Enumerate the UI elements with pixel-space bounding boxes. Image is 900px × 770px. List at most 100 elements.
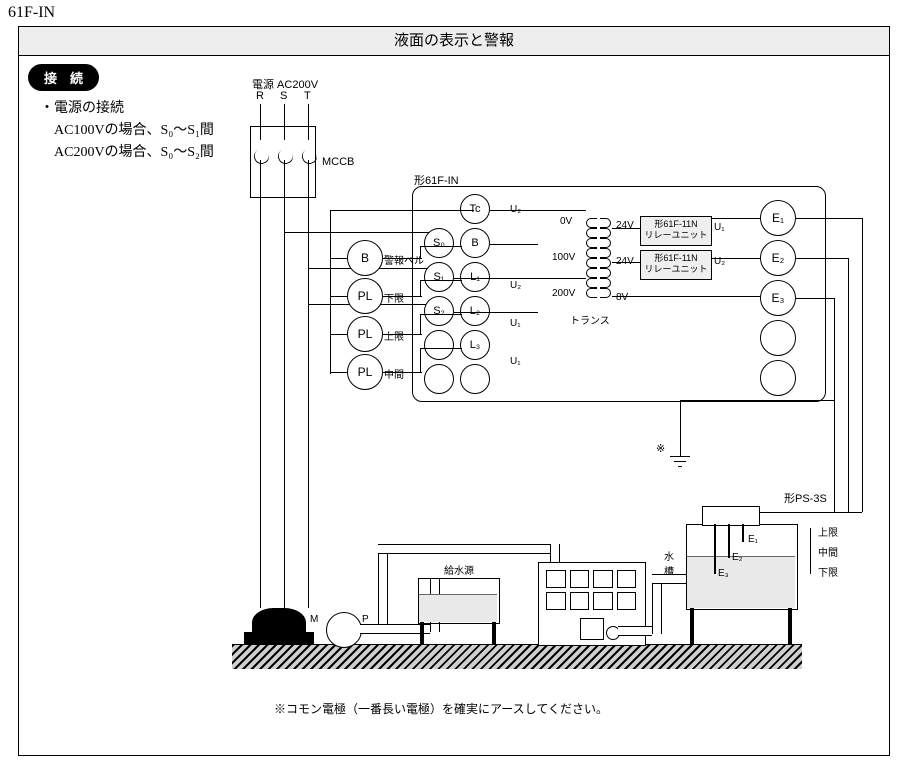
section-badge: 接 続 [28, 64, 99, 91]
wire [308, 196, 309, 608]
wire [454, 278, 586, 279]
motor-base [244, 632, 314, 644]
wire [612, 262, 640, 263]
wire [680, 400, 834, 401]
breaker-arc [276, 147, 296, 167]
wire [612, 296, 760, 297]
wire [260, 160, 261, 196]
wire [308, 104, 309, 126]
wire [284, 104, 285, 126]
transformer-primary [586, 218, 596, 298]
mccb-label: MCCB [322, 156, 354, 168]
terminal-blank [460, 364, 490, 394]
wire [420, 246, 421, 258]
terminal-l3: L₃ [460, 330, 490, 360]
electrode-holder [702, 506, 760, 526]
ground-hatch [232, 644, 802, 669]
wire [330, 372, 348, 373]
earth-icon [674, 461, 686, 462]
wire [490, 210, 586, 211]
terminal-e2: E₂ [760, 240, 796, 276]
terminal-blank [424, 330, 454, 360]
control-panel-door [580, 618, 604, 640]
terminal-blank [760, 320, 796, 356]
electrode-label-e1: E₁ [748, 534, 758, 545]
wire [712, 218, 760, 219]
tap-200v: 200V [552, 288, 575, 299]
electrode-label-e2: E₂ [732, 552, 743, 563]
terminal-s2: S₂ [424, 296, 454, 326]
wire [330, 296, 348, 297]
breaker-arc [252, 147, 272, 167]
tap-u1: U₁ [510, 356, 521, 367]
pilot-lamp-lo-label: 下限 [384, 290, 404, 305]
wire [420, 280, 421, 296]
tank-leg [788, 608, 792, 644]
wire [796, 298, 834, 299]
wire [712, 258, 760, 259]
wire [420, 314, 421, 334]
pipe [378, 544, 550, 554]
motor-label: M [310, 614, 318, 625]
pipe [618, 626, 652, 636]
wire [382, 334, 422, 335]
earth-icon [678, 466, 682, 467]
relay-unit-1: 形61F-11N リレーユニット [640, 216, 712, 246]
pilot-lamp-hi: PL [347, 316, 383, 352]
wire [420, 348, 421, 372]
earth-icon [670, 456, 690, 457]
terminal-blank [424, 364, 454, 394]
transformer-label: トランス [570, 312, 610, 327]
wire [834, 298, 835, 512]
pilot-lamp-mid-label: 中間 [384, 366, 404, 381]
pilot-lamp-lo: PL [347, 278, 383, 314]
wire [796, 218, 862, 219]
wire [308, 126, 309, 140]
pipe [378, 544, 388, 624]
wire [680, 400, 681, 456]
level-hi: 上限 [818, 524, 838, 539]
tap-100v: 100V [552, 252, 575, 263]
water-level [687, 556, 795, 608]
tank-leg [690, 608, 694, 644]
transformer-secondary [600, 218, 610, 298]
pilot-lamp-mid: PL [347, 354, 383, 390]
relay-out-u1: U₁ [714, 222, 725, 233]
tap-8v: 8V [616, 292, 628, 303]
phase-s: S [280, 90, 287, 102]
tap-u2: U₂ [510, 280, 521, 291]
electrode-label-e3: E₃ [718, 568, 729, 579]
note-line: AC100Vの場合、S₀〜S₁間 [40, 120, 214, 142]
electrode-e2 [728, 524, 730, 558]
control-panel-grid [546, 570, 636, 610]
terminal-e1: E₁ [760, 200, 796, 236]
terminal-l2: L₂ [460, 296, 490, 326]
wire [330, 334, 348, 335]
relay-name: 形61F-11N [641, 253, 711, 264]
tank-leg [420, 622, 424, 644]
wire [420, 348, 462, 349]
level-lo: 下限 [818, 564, 838, 579]
wire [454, 312, 538, 313]
pipe [550, 544, 560, 562]
pilot-lamp-hi-label: 上限 [384, 328, 404, 343]
electrode-holder-label: 形PS-3S [784, 490, 827, 506]
tap-24v: 24V [616, 220, 634, 231]
wire [490, 244, 538, 245]
wire [284, 160, 285, 196]
electrode-e3 [714, 524, 716, 574]
power-notes: ・電源の接続 AC100Vの場合、S₀〜S₁間 AC200Vの場合、S₀〜S₂間 [40, 98, 214, 164]
wire [742, 512, 862, 513]
bell-indicator: B [347, 240, 383, 276]
wire [284, 126, 285, 140]
pipe [652, 574, 686, 584]
wire [330, 210, 474, 211]
wire [330, 210, 331, 374]
terminal-tc: Tc [460, 194, 490, 224]
supply-label: 給水源 [444, 562, 474, 577]
wire [260, 104, 261, 126]
terminal-e3: E₃ [760, 280, 796, 316]
wire [284, 196, 285, 608]
electrode-e1 [742, 524, 744, 542]
footnote: ※コモン電極（一番長い電極）を確実にアースしてください。 [274, 700, 608, 717]
